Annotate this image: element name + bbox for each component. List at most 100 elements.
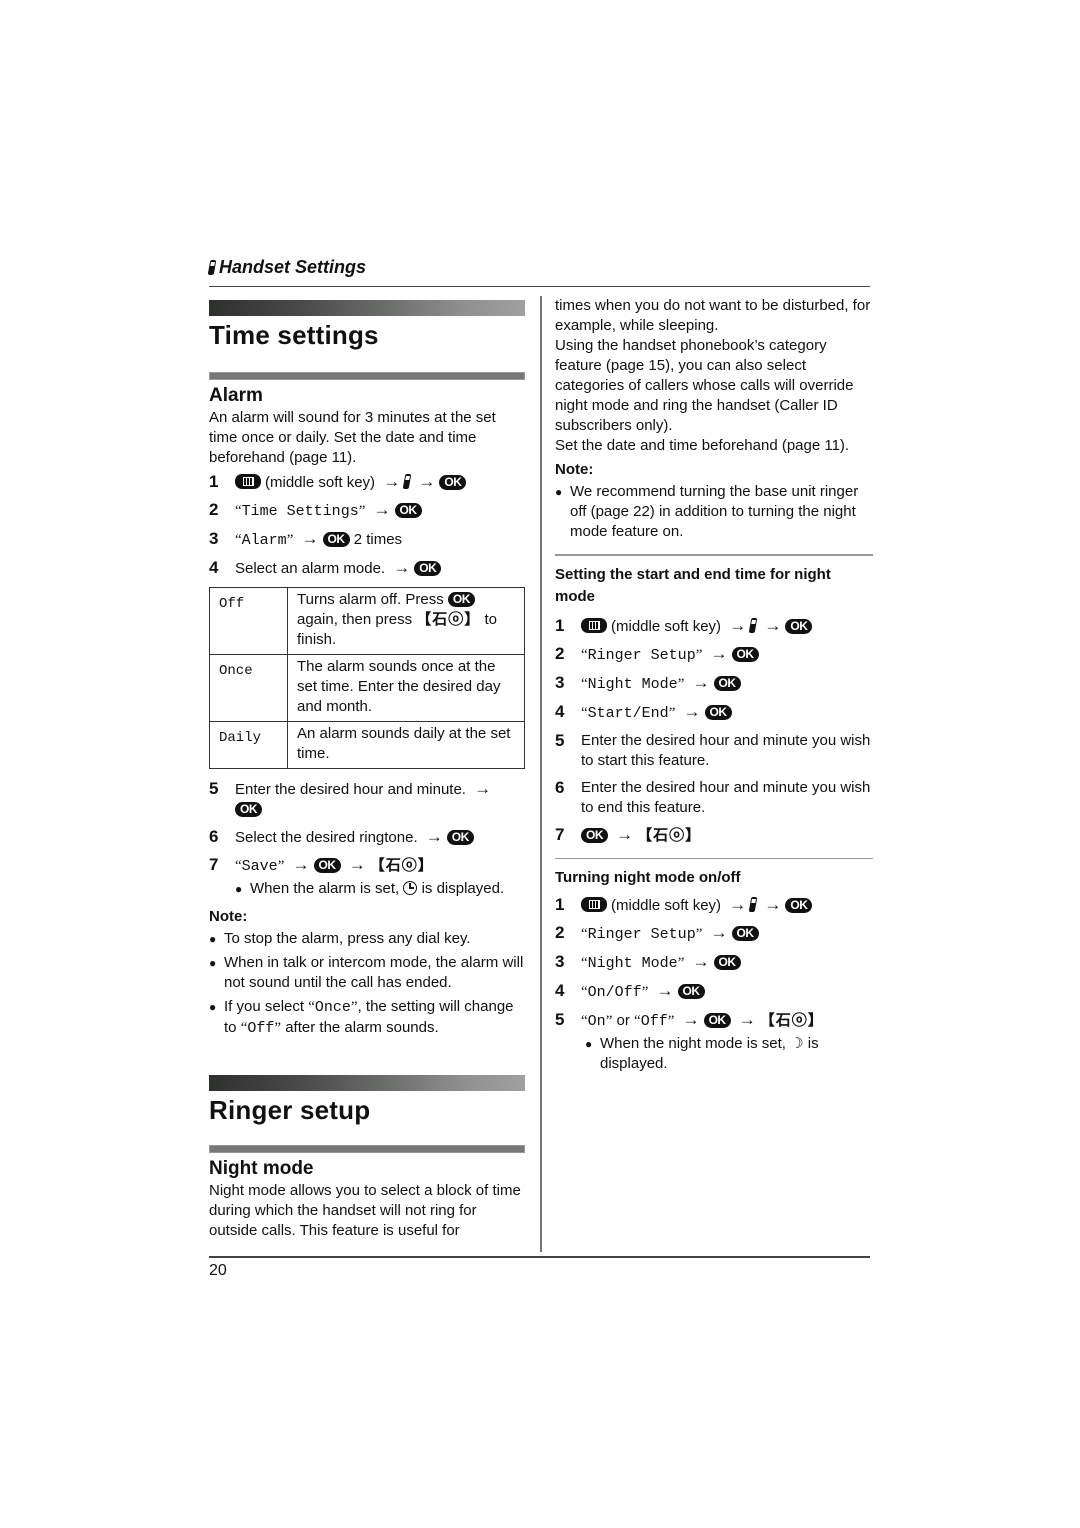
description-cell: An alarm sounds daily at the set time. xyxy=(287,721,525,769)
description-cell: Turns alarm off. Press OK again, then pr… xyxy=(287,587,525,655)
arrow-icon: → xyxy=(710,643,728,663)
time-settings-heading: Time settings xyxy=(209,320,379,350)
ok-button-icon: OK xyxy=(322,532,350,547)
menu-item-text: Ringer Setup xyxy=(587,646,696,664)
ok-button-icon: OK xyxy=(785,898,813,913)
menu-item-text: Alarm xyxy=(241,532,287,549)
night-mode-heading: Night mode xyxy=(209,1158,314,1179)
column-divider xyxy=(540,296,542,1252)
arrow-icon: → xyxy=(418,472,436,491)
arrow-icon: → xyxy=(729,615,747,635)
divider xyxy=(555,554,873,556)
menu-item-text: Ringer Setup xyxy=(587,926,696,943)
arrow-icon: → xyxy=(764,895,782,914)
step: 6 Enter the desired hour and minute you … xyxy=(555,777,871,816)
menu-item-text: Start/End xyxy=(587,704,669,722)
arrow-icon: → xyxy=(393,558,411,577)
step: 3 “Alarm” → OK 2 times xyxy=(209,529,403,549)
mode-cell: Once xyxy=(209,654,288,722)
step: 7 “Save” → OK → 【⽯ⓞ】 xyxy=(209,855,434,875)
ok-button-icon: OK xyxy=(703,1013,731,1028)
step: 2 “Ringer Setup” → OK xyxy=(555,644,873,666)
ok-button-icon: OK xyxy=(414,561,442,576)
menu-softkey-icon xyxy=(581,897,607,912)
on-off-steps: 1 (middle soft key) → → OK 2 “Ringer Setu… xyxy=(555,895,873,1032)
arrow-icon: → xyxy=(764,615,782,635)
note-item: ● If you select “Once”, the setting will… xyxy=(209,998,514,1037)
ok-button-icon: OK xyxy=(704,704,732,720)
night-mode-para3: Set the date and time beforehand (page 1… xyxy=(555,437,850,454)
section-title: Handset Settings xyxy=(207,257,870,278)
note-item: ● We recommend turning the base unit ring… xyxy=(555,483,859,540)
on-off-heading: Turning night mode on/off xyxy=(555,869,741,886)
arrow-icon: → xyxy=(616,824,634,844)
step: 1 (middle soft key) → → OK xyxy=(209,472,525,493)
arrow-icon: → xyxy=(383,472,401,491)
step: 5 Enter the desired hour and minute you … xyxy=(555,730,871,769)
description-cell: The alarm sounds once at the set time. E… xyxy=(287,654,525,722)
menu-item-text: Night Mode xyxy=(587,955,678,972)
ok-button-icon: OK xyxy=(713,675,741,691)
off-power-key-icon: 【⽯ⓞ】 xyxy=(637,826,702,844)
footer-divider xyxy=(209,1256,870,1258)
ok-button-icon: OK xyxy=(731,926,759,941)
page-header: Handset Settings xyxy=(207,257,870,287)
step: 4 “Start/End” → OK xyxy=(555,702,873,724)
off-power-key-icon: 【⽯ⓞ】 xyxy=(416,611,481,628)
ok-button-icon: OK xyxy=(235,802,262,817)
menu-item-text: Off xyxy=(640,1013,668,1030)
alarm-modes-table: Off Turns alarm off. Press OK again, the… xyxy=(209,587,525,769)
handset-icon xyxy=(748,897,758,912)
subsection-bar xyxy=(209,372,525,380)
arrow-icon: → xyxy=(692,672,710,692)
menu-softkey-icon xyxy=(235,474,261,489)
table-row: Daily An alarm sounds daily at the set t… xyxy=(209,721,525,769)
table-row: Once The alarm sounds once at the set ti… xyxy=(209,654,525,722)
ok-button-icon: OK xyxy=(581,827,608,843)
alarm-clock-icon xyxy=(403,881,418,895)
step: 3 “Night Mode” → OK xyxy=(555,952,873,974)
right-column: times when you do not want to be disturb… xyxy=(555,296,873,1078)
arrow-icon: → xyxy=(348,855,366,874)
arrow-icon: → xyxy=(710,923,728,942)
arrow-icon: → xyxy=(682,1010,700,1029)
table-row: Off Turns alarm off. Press OK again, the… xyxy=(209,587,525,655)
mode-cell: Off xyxy=(209,587,288,655)
start-end-heading: Setting the start and end time for night… xyxy=(555,565,831,605)
ok-button-icon: OK xyxy=(713,955,741,970)
arrow-icon: → xyxy=(738,1010,756,1029)
arrow-icon: → xyxy=(292,855,310,874)
arrow-icon: → xyxy=(656,981,674,1000)
step: 4 “On/Off” → OK xyxy=(555,981,873,1003)
arrow-icon: → xyxy=(729,895,747,914)
off-power-key-icon: 【⽯ⓞ】 xyxy=(759,1012,824,1029)
ok-button-icon: OK xyxy=(313,858,341,873)
night-mode-intro: Night mode allows you to select a block … xyxy=(209,1182,521,1239)
step: 5 “On” or “Off” → OK → 【⽯ⓞ】 xyxy=(555,1010,824,1030)
arrow-icon: → xyxy=(301,529,319,548)
note-item: ● When in talk or intercom mode, the alar… xyxy=(209,954,524,991)
subsection-bar xyxy=(209,1145,525,1153)
handset-icon xyxy=(402,474,412,489)
step: 1 (middle soft key) → → OK xyxy=(555,895,873,916)
alarm-heading: Alarm xyxy=(209,385,263,406)
night-mode-intro-cont: times when you do not want to be disturb… xyxy=(555,297,871,334)
left-column: Time settings Alarm An alarm will sound … xyxy=(209,300,525,1241)
ok-button-icon: OK xyxy=(394,503,422,518)
ringer-setup-heading: Ringer setup xyxy=(209,1095,371,1125)
page-number: 20 xyxy=(209,1262,227,1279)
start-end-steps: 1 (middle soft key) → → OK 2 “Ringer Setu… xyxy=(555,616,873,846)
night-mode-icon: ☽ xyxy=(790,1035,804,1052)
step: 5 Enter the desired hour and minute. → O… xyxy=(209,779,492,817)
step: 2 “Ringer Setup” → OK xyxy=(555,923,873,945)
note-item: ● To stop the alarm, press any dial key. xyxy=(209,930,471,947)
night-mode-para2: Using the handset phonebook’s category f… xyxy=(555,337,854,434)
ok-button-icon: OK xyxy=(677,984,705,999)
divider xyxy=(555,857,873,859)
step: 3 “Night Mode” → OK xyxy=(555,673,873,695)
ok-button-icon: OK xyxy=(446,830,474,845)
menu-item-text: Night Mode xyxy=(587,675,678,693)
menu-item-text: Time Settings xyxy=(241,503,359,520)
handset-icon xyxy=(207,260,217,275)
arrow-icon: → xyxy=(425,827,443,846)
